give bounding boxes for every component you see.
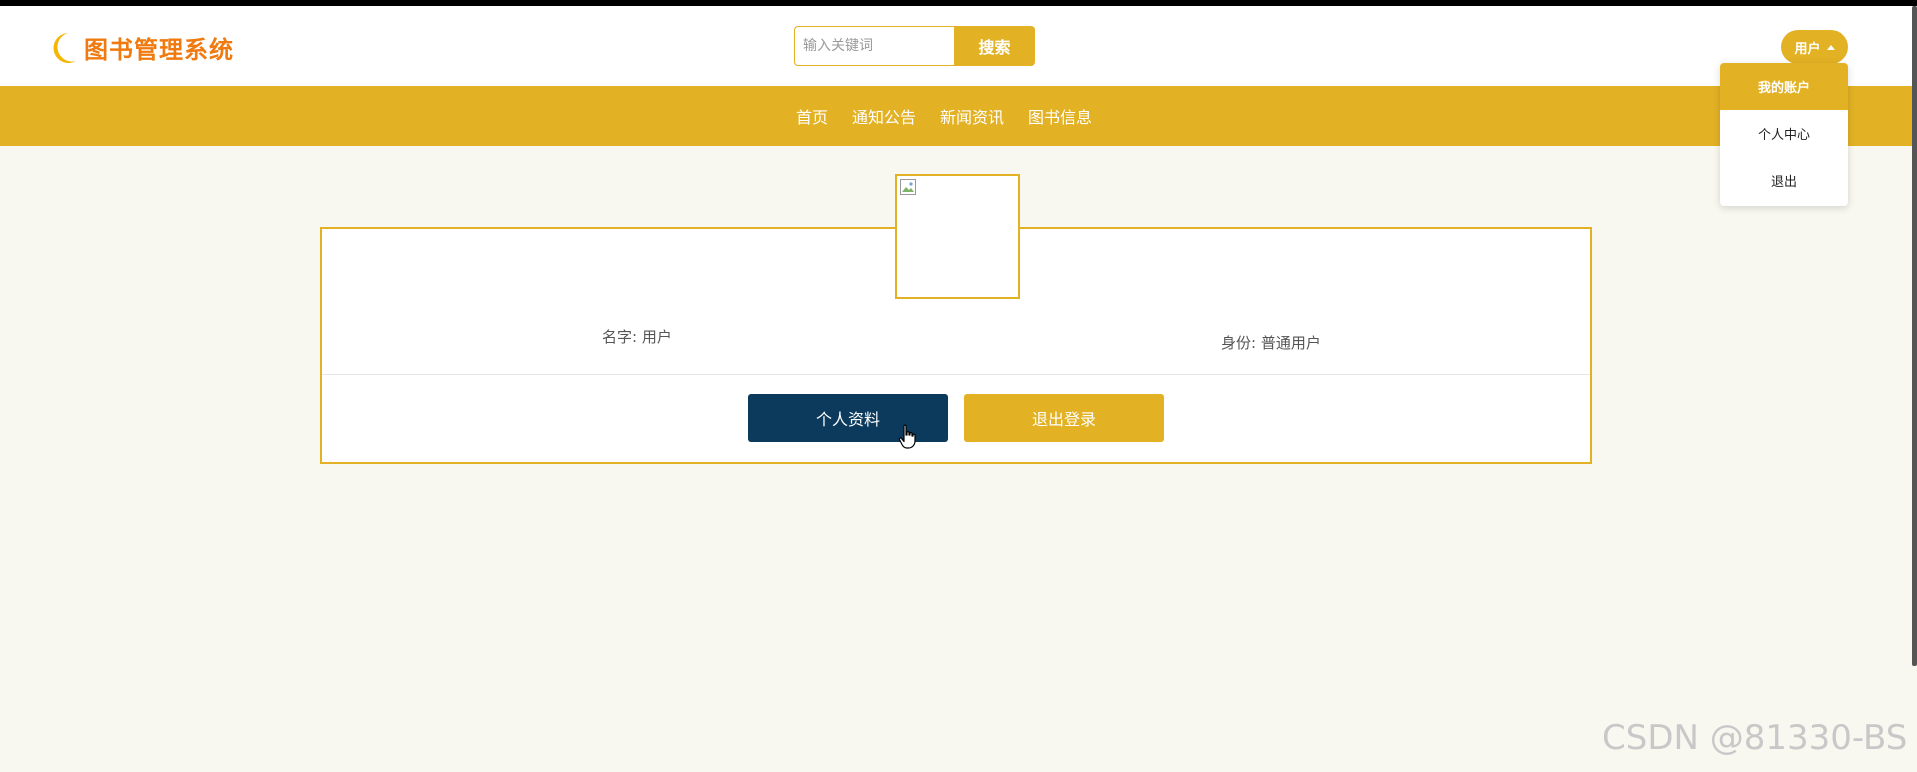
search-input[interactable]: [794, 26, 954, 66]
nav-item-news[interactable]: 新闻资讯: [940, 104, 1004, 128]
avatar[interactable]: [895, 174, 1020, 299]
header: 图书管理系统 搜索 用户: [0, 6, 1917, 86]
nav-item-home[interactable]: 首页: [796, 104, 828, 128]
user-menu-label: 用户: [1794, 41, 1821, 57]
user-dropdown-menu: 我的账户 个人中心 退出: [1720, 63, 1848, 206]
user-role-text: 身份: 普通用户: [1221, 334, 1321, 352]
nav-item-books[interactable]: 图书信息: [1028, 104, 1092, 128]
broken-image-icon: [900, 179, 916, 195]
profile-button[interactable]: 个人资料: [748, 394, 948, 442]
dropdown-item-logout[interactable]: 退出: [1720, 157, 1848, 204]
search-button[interactable]: 搜索: [954, 26, 1035, 66]
watermark: CSDN @81330-BS: [1602, 718, 1908, 758]
dropdown-item-personal-center[interactable]: 个人中心: [1720, 110, 1848, 157]
card-divider: [322, 374, 1590, 375]
hand-cursor-icon: [898, 424, 916, 449]
app-title: 图书管理系统: [84, 36, 234, 64]
user-name-text: 名字: 用户: [602, 328, 672, 346]
logo[interactable]: 图书管理系统: [48, 30, 234, 65]
user-menu-toggle[interactable]: 用户: [1781, 30, 1848, 64]
moon-icon: [53, 32, 76, 63]
caret-up-icon: [1826, 44, 1835, 50]
search-bar: 搜索: [794, 26, 1035, 66]
nav-item-notices[interactable]: 通知公告: [852, 104, 916, 128]
main-nav: 首页 通知公告 新闻资讯 图书信息: [0, 86, 1917, 146]
logout-button[interactable]: 退出登录: [964, 394, 1164, 442]
page-scrollbar[interactable]: [1912, 6, 1917, 666]
dropdown-item-my-account[interactable]: 我的账户: [1720, 63, 1848, 110]
